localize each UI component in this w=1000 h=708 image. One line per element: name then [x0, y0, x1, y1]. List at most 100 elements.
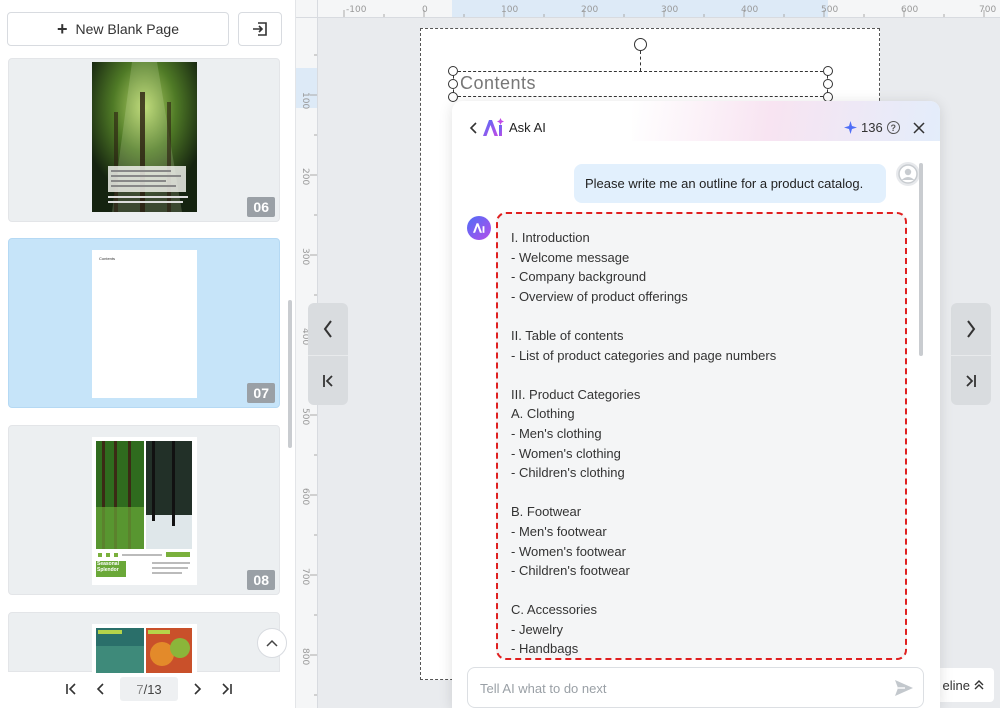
next-page-button[interactable] — [186, 678, 208, 700]
ai-avatar — [467, 216, 491, 240]
response-line: - Children's footwear — [511, 563, 630, 579]
page-06-preview — [92, 62, 197, 212]
prev-page-button[interactable] — [90, 678, 112, 700]
last-page-icon — [966, 374, 976, 387]
ruler-label: 500 — [821, 5, 839, 15]
page-number-input[interactable]: 7/13 — [120, 677, 178, 701]
send-icon — [895, 680, 913, 696]
ai-logo-icon — [473, 223, 485, 233]
ask-ai-title: Ask AI — [509, 120, 546, 135]
sidebar-scrollbar[interactable] — [288, 300, 292, 448]
chevron-right-icon — [967, 320, 976, 338]
resize-handle-right[interactable] — [823, 79, 833, 89]
page-thumbnail-09[interactable] — [8, 612, 280, 673]
response-line: - Men's footwear — [511, 523, 607, 539]
back-button[interactable] — [468, 119, 480, 137]
canvas-title-text[interactable]: Contents — [460, 73, 536, 94]
exit-icon — [253, 22, 267, 36]
ruler-label: 800 — [300, 648, 310, 666]
rotate-handle[interactable] — [634, 38, 647, 51]
ruler-label: -100 — [346, 5, 367, 15]
sparkle-icon — [844, 121, 857, 134]
exit-icon-button[interactable] — [238, 12, 282, 46]
ruler-label: 400 — [741, 5, 759, 15]
last-page-arrow[interactable] — [951, 355, 991, 405]
page-number-badge: 07 — [247, 383, 275, 403]
chevron-left-icon — [96, 683, 104, 695]
page-thumbnail-08[interactable]: Seasonal Splendor 08 — [8, 425, 280, 595]
previous-page-arrow[interactable] — [308, 303, 348, 355]
response-line — [511, 483, 897, 503]
double-chevron-up-icon — [974, 680, 984, 690]
forest-image — [92, 62, 197, 212]
new-blank-page-button[interactable]: + New Blank Page — [7, 12, 229, 46]
page-thumbnail-07[interactable]: Contents 07 — [8, 238, 280, 408]
response-line: A. Clothing — [511, 406, 575, 422]
page-sidebar: + New Blank Page 06 Contents 07 Seasonal… — [0, 0, 296, 708]
help-icon[interactable]: ? — [886, 121, 900, 134]
user-icon — [898, 164, 918, 184]
next-page-arrow[interactable] — [951, 303, 991, 355]
resize-handle-top-left[interactable] — [448, 66, 458, 76]
response-line: - Welcome message — [511, 249, 630, 265]
response-line: C. Accessories — [511, 602, 597, 618]
close-button[interactable] — [912, 121, 926, 135]
credits-count: 136 — [861, 120, 883, 135]
page-number-badge: 06 — [247, 197, 275, 217]
first-page-button[interactable] — [60, 678, 82, 700]
first-page-icon — [323, 374, 333, 387]
ai-prompt-field — [467, 667, 924, 708]
page-pager: 7/13 — [60, 676, 238, 702]
selected-text-box[interactable]: Contents — [453, 71, 828, 97]
response-line: III. Product Categories — [511, 386, 641, 402]
response-line — [511, 365, 897, 385]
scroll-to-top-button[interactable] — [257, 628, 287, 658]
user-message-bubble: Please write me an outline for a product… — [574, 164, 886, 203]
response-line: - Women's clothing — [511, 445, 621, 461]
ruler-label: 700 — [979, 5, 997, 15]
response-line: I. Introduction — [511, 230, 590, 245]
ai-response-bubble[interactable]: I. Introduction - Welcome message - Compan… — [496, 212, 907, 660]
ai-response-text: I. Introduction - Welcome message - Compan… — [511, 228, 897, 658]
ruler-label: 100 — [501, 5, 519, 15]
response-line: - Children's clothing — [511, 465, 625, 481]
page-09-preview — [92, 624, 197, 673]
chevron-up-icon — [266, 639, 278, 647]
resize-handle-left[interactable] — [448, 79, 458, 89]
new-blank-page-label: New Blank Page — [75, 21, 180, 37]
timeline-label: eline — [942, 677, 970, 693]
chevron-left-icon — [323, 320, 332, 338]
page-thumbnail-06[interactable]: 06 — [8, 58, 280, 222]
ruler-label: 0 — [422, 5, 428, 15]
ruler-label: 600 — [901, 5, 919, 15]
response-line: - Men's clothing — [511, 425, 602, 441]
response-line: II. Table of contents — [511, 327, 624, 343]
ai-logo-icon — [483, 118, 504, 136]
page-08-badge-title: Seasonal Splendor — [97, 561, 119, 573]
response-line: - Overview of product offerings — [511, 288, 688, 304]
ai-credits: 136 ? — [844, 120, 900, 135]
user-message-text: Please write me an outline for a product… — [585, 176, 864, 191]
chat-scrollbar[interactable] — [919, 163, 923, 356]
ai-prompt-input[interactable] — [480, 678, 880, 698]
ruler-label: 100 — [300, 92, 310, 110]
ruler-label: 300 — [661, 5, 679, 15]
ruler-label: 200 — [300, 168, 310, 186]
last-page-button[interactable] — [216, 678, 238, 700]
first-page-arrow[interactable] — [308, 355, 348, 405]
close-icon — [913, 122, 925, 134]
response-line: - List of product categories and page nu… — [511, 347, 777, 363]
ruler-label: 200 — [581, 5, 599, 15]
current-page: 7 — [136, 681, 144, 697]
ask-ai-header: Ask AI 136 ? — [452, 101, 940, 155]
send-button[interactable] — [894, 679, 914, 697]
response-line: - Women's footwear — [511, 543, 626, 559]
resize-handle-top-right[interactable] — [823, 66, 833, 76]
response-line — [511, 306, 897, 326]
page-08-preview: Seasonal Splendor — [92, 437, 197, 585]
horizontal-ruler-ticks — [343, 0, 985, 17]
total-pages: /13 — [143, 681, 162, 697]
user-avatar — [896, 162, 920, 186]
chevron-right-icon — [194, 683, 202, 695]
ruler-corner — [296, 0, 318, 18]
